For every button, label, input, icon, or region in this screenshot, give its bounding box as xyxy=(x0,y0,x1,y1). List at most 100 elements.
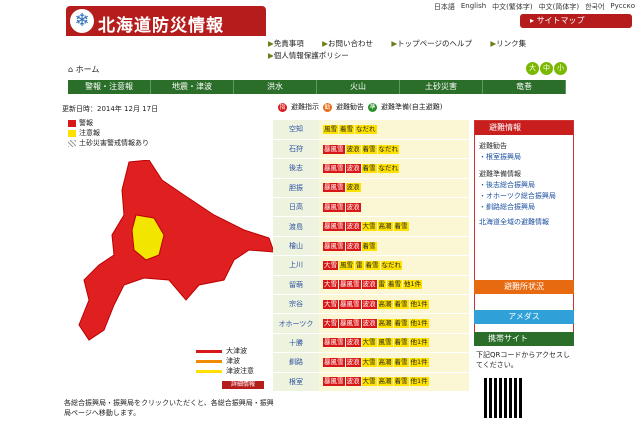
warning-tag: なだれ xyxy=(377,144,399,154)
warning-tag: 暴風雪 xyxy=(339,299,361,309)
sitemap-button[interactable]: ▸ サイトマップ xyxy=(520,14,632,28)
order-icon: 指 xyxy=(278,102,287,112)
region-warnings: 大雪 暴風雪 波浪 高潮 着雪 他1件 xyxy=(319,313,469,334)
size-large-icon[interactable]: 大 xyxy=(526,62,539,75)
warning-tag: 暴風雪 xyxy=(323,163,345,173)
lang-ja[interactable]: 日本語 xyxy=(434,2,455,12)
region-name[interactable]: 石狩 xyxy=(273,139,319,160)
tab-warnings[interactable]: 警報・注意報 xyxy=(68,80,151,94)
warning-tag: 波浪 xyxy=(345,163,361,173)
breadcrumb: ⌂ ホーム xyxy=(68,65,100,74)
warning-tag: なだれ xyxy=(355,124,377,134)
warning-tag: 雷 xyxy=(355,260,364,270)
warning-tag: 着雪 xyxy=(387,280,402,290)
legend-advisory: 注意報 xyxy=(68,128,149,138)
table-row: 根室 暴風雪 波浪 大雪 高潮 着雪 他1件 xyxy=(273,372,469,392)
warning-tag: 風雪 xyxy=(323,124,338,134)
language-links: 日本語 English 中文(繁体字) 中文(简体字) 한국어 Русско xyxy=(340,2,635,12)
warning-tag: 波浪 xyxy=(345,202,361,212)
region-warnings: 暴風雪 波浪 大雪 高潮 着雪 他1件 xyxy=(319,372,469,392)
advisory-icon: 勧 xyxy=(323,102,332,112)
lang-ru[interactable]: Русско xyxy=(610,2,635,12)
region-name[interactable]: 留萌 xyxy=(273,275,319,296)
disclaimer-link[interactable]: ▶免責事項 xyxy=(268,39,312,48)
warning-tag: 波浪 xyxy=(361,299,377,309)
link-kushiro[interactable]: ・釧路総合振興局 xyxy=(479,202,569,213)
region-name[interactable]: 十勝 xyxy=(273,333,319,354)
warning-tag: 暴風雪 xyxy=(323,144,345,154)
size-small-icon[interactable]: 小 xyxy=(554,62,567,75)
links-link[interactable]: ▶リンク集 xyxy=(490,39,534,48)
warning-tag: 暴風雪 xyxy=(323,202,345,212)
region-name[interactable]: 日高 xyxy=(273,197,319,218)
detail-button[interactable]: 詳細情報 xyxy=(222,381,264,389)
region-name[interactable]: オホーツク xyxy=(273,313,319,334)
warning-tag: 大雪 xyxy=(361,222,377,232)
size-medium-icon[interactable]: 中 xyxy=(540,62,553,75)
tab-volcano[interactable]: 火山 xyxy=(317,80,400,94)
table-row: 宗谷 大雪 暴風雪 波浪 高潮 着雪 他1件 xyxy=(273,294,469,315)
lang-zh-tw[interactable]: 中文(繁体字) xyxy=(492,2,532,12)
region-name[interactable]: 空知 xyxy=(273,120,319,140)
warning-tag: 大雪 xyxy=(361,377,377,387)
link-okhotsk[interactable]: ・オホーツク総合振興局 xyxy=(479,191,569,202)
tab-flood[interactable]: 洪水 xyxy=(234,80,317,94)
site-logo[interactable]: ❄ 北海道防災情報 xyxy=(66,6,266,36)
region-name[interactable]: 胆振 xyxy=(273,178,319,199)
table-row: 上川 大雪 風雪雷着雪 なだれ xyxy=(273,255,469,276)
warning-tag: 波浪 xyxy=(361,280,377,290)
warning-tag: 着雪 xyxy=(393,338,409,348)
warning-tag: 雷 xyxy=(377,280,386,290)
region-warnings: 暴風雪 波浪 xyxy=(319,197,469,218)
contact-link[interactable]: ▶お問い合わせ xyxy=(322,39,381,48)
tsunami-legend: 大津波 津波 津波注意 xyxy=(196,346,254,376)
region-name[interactable]: 釧路 xyxy=(273,352,319,373)
lang-en[interactable]: English xyxy=(461,2,486,12)
table-row: 釧路 暴風雪 波浪 大雪 高潮 着雪 他1件 xyxy=(273,352,469,373)
table-row: 檜山 暴風雪 波浪 着雪 xyxy=(273,236,469,257)
warning-tag: 波浪 xyxy=(361,319,377,329)
tab-earthquake[interactable]: 地震・津波 xyxy=(151,80,234,94)
home-link[interactable]: ホーム xyxy=(76,65,100,74)
warning-tag: 大雪 xyxy=(361,357,377,367)
warning-tag: 暴風雪 xyxy=(323,338,345,348)
warning-tag: 他1件 xyxy=(409,377,429,387)
legend-major-tsunami: 大津波 xyxy=(196,346,254,356)
warning-tag: 他1件 xyxy=(409,319,429,329)
warning-tag: 波浪 xyxy=(345,377,361,387)
region-name[interactable]: 上川 xyxy=(273,255,319,276)
warning-tag: 着雪 xyxy=(339,124,354,134)
warning-tag: 高潮 xyxy=(377,357,393,367)
map-note: 各総合振興局・振興局をクリックいただくと、各総合振興局・振興局ページへ移動します… xyxy=(64,399,274,417)
region-name[interactable]: 渡島 xyxy=(273,216,319,237)
link-all-hokkaido[interactable]: 北海道全域の避難情報 xyxy=(479,217,569,228)
region-name[interactable]: 宗谷 xyxy=(273,294,319,315)
shelter-button[interactable]: 避難所状況 xyxy=(474,280,574,294)
privacy-link[interactable]: ▶個人情報保護ポリシー xyxy=(268,51,357,60)
link-nemuro[interactable]: ・根室振興局 xyxy=(479,152,569,163)
warning-tag: 大雪 xyxy=(323,299,338,309)
warning-tag: 風雪 xyxy=(377,338,393,348)
region-warnings: 暴風雪 波浪 大雪 高潮 着雪 xyxy=(319,216,469,237)
lang-zh-cn[interactable]: 中文(简体字) xyxy=(539,2,579,12)
table-row: 後志 暴風雪 波浪 着雪 なだれ xyxy=(273,158,469,179)
hokkaido-map[interactable] xyxy=(74,160,274,345)
evacuation-legend: 指避難指示 勧避難勧告 準避難準備(自主避難) xyxy=(278,102,443,112)
warning-tag: 他1件 xyxy=(409,338,429,348)
table-row: 留萌 大雪 暴風雪 波浪雷着雪 他1件 xyxy=(273,275,469,296)
warning-tag: 大雪 xyxy=(323,319,338,329)
link-shiribeshi[interactable]: ・後志総合振興局 xyxy=(479,180,569,191)
region-name[interactable]: 檜山 xyxy=(273,236,319,257)
tab-tornado[interactable]: 竜巻 xyxy=(483,80,566,94)
table-row: 日高 暴風雪 波浪 xyxy=(273,197,469,218)
tab-landslide[interactable]: 土砂災害 xyxy=(400,80,483,94)
lang-ko[interactable]: 한국어 xyxy=(585,2,604,12)
warning-tag: 大雪 xyxy=(361,338,377,348)
warning-tag: 着雪 xyxy=(393,299,409,309)
region-name[interactable]: 根室 xyxy=(273,372,319,392)
warning-tag: 他1件 xyxy=(409,357,429,367)
help-link[interactable]: ▶トップページのヘルプ xyxy=(391,39,480,48)
amedas-button[interactable]: アメダス xyxy=(474,310,574,324)
warning-tag: 大雪 xyxy=(323,280,338,290)
region-name[interactable]: 後志 xyxy=(273,158,319,179)
